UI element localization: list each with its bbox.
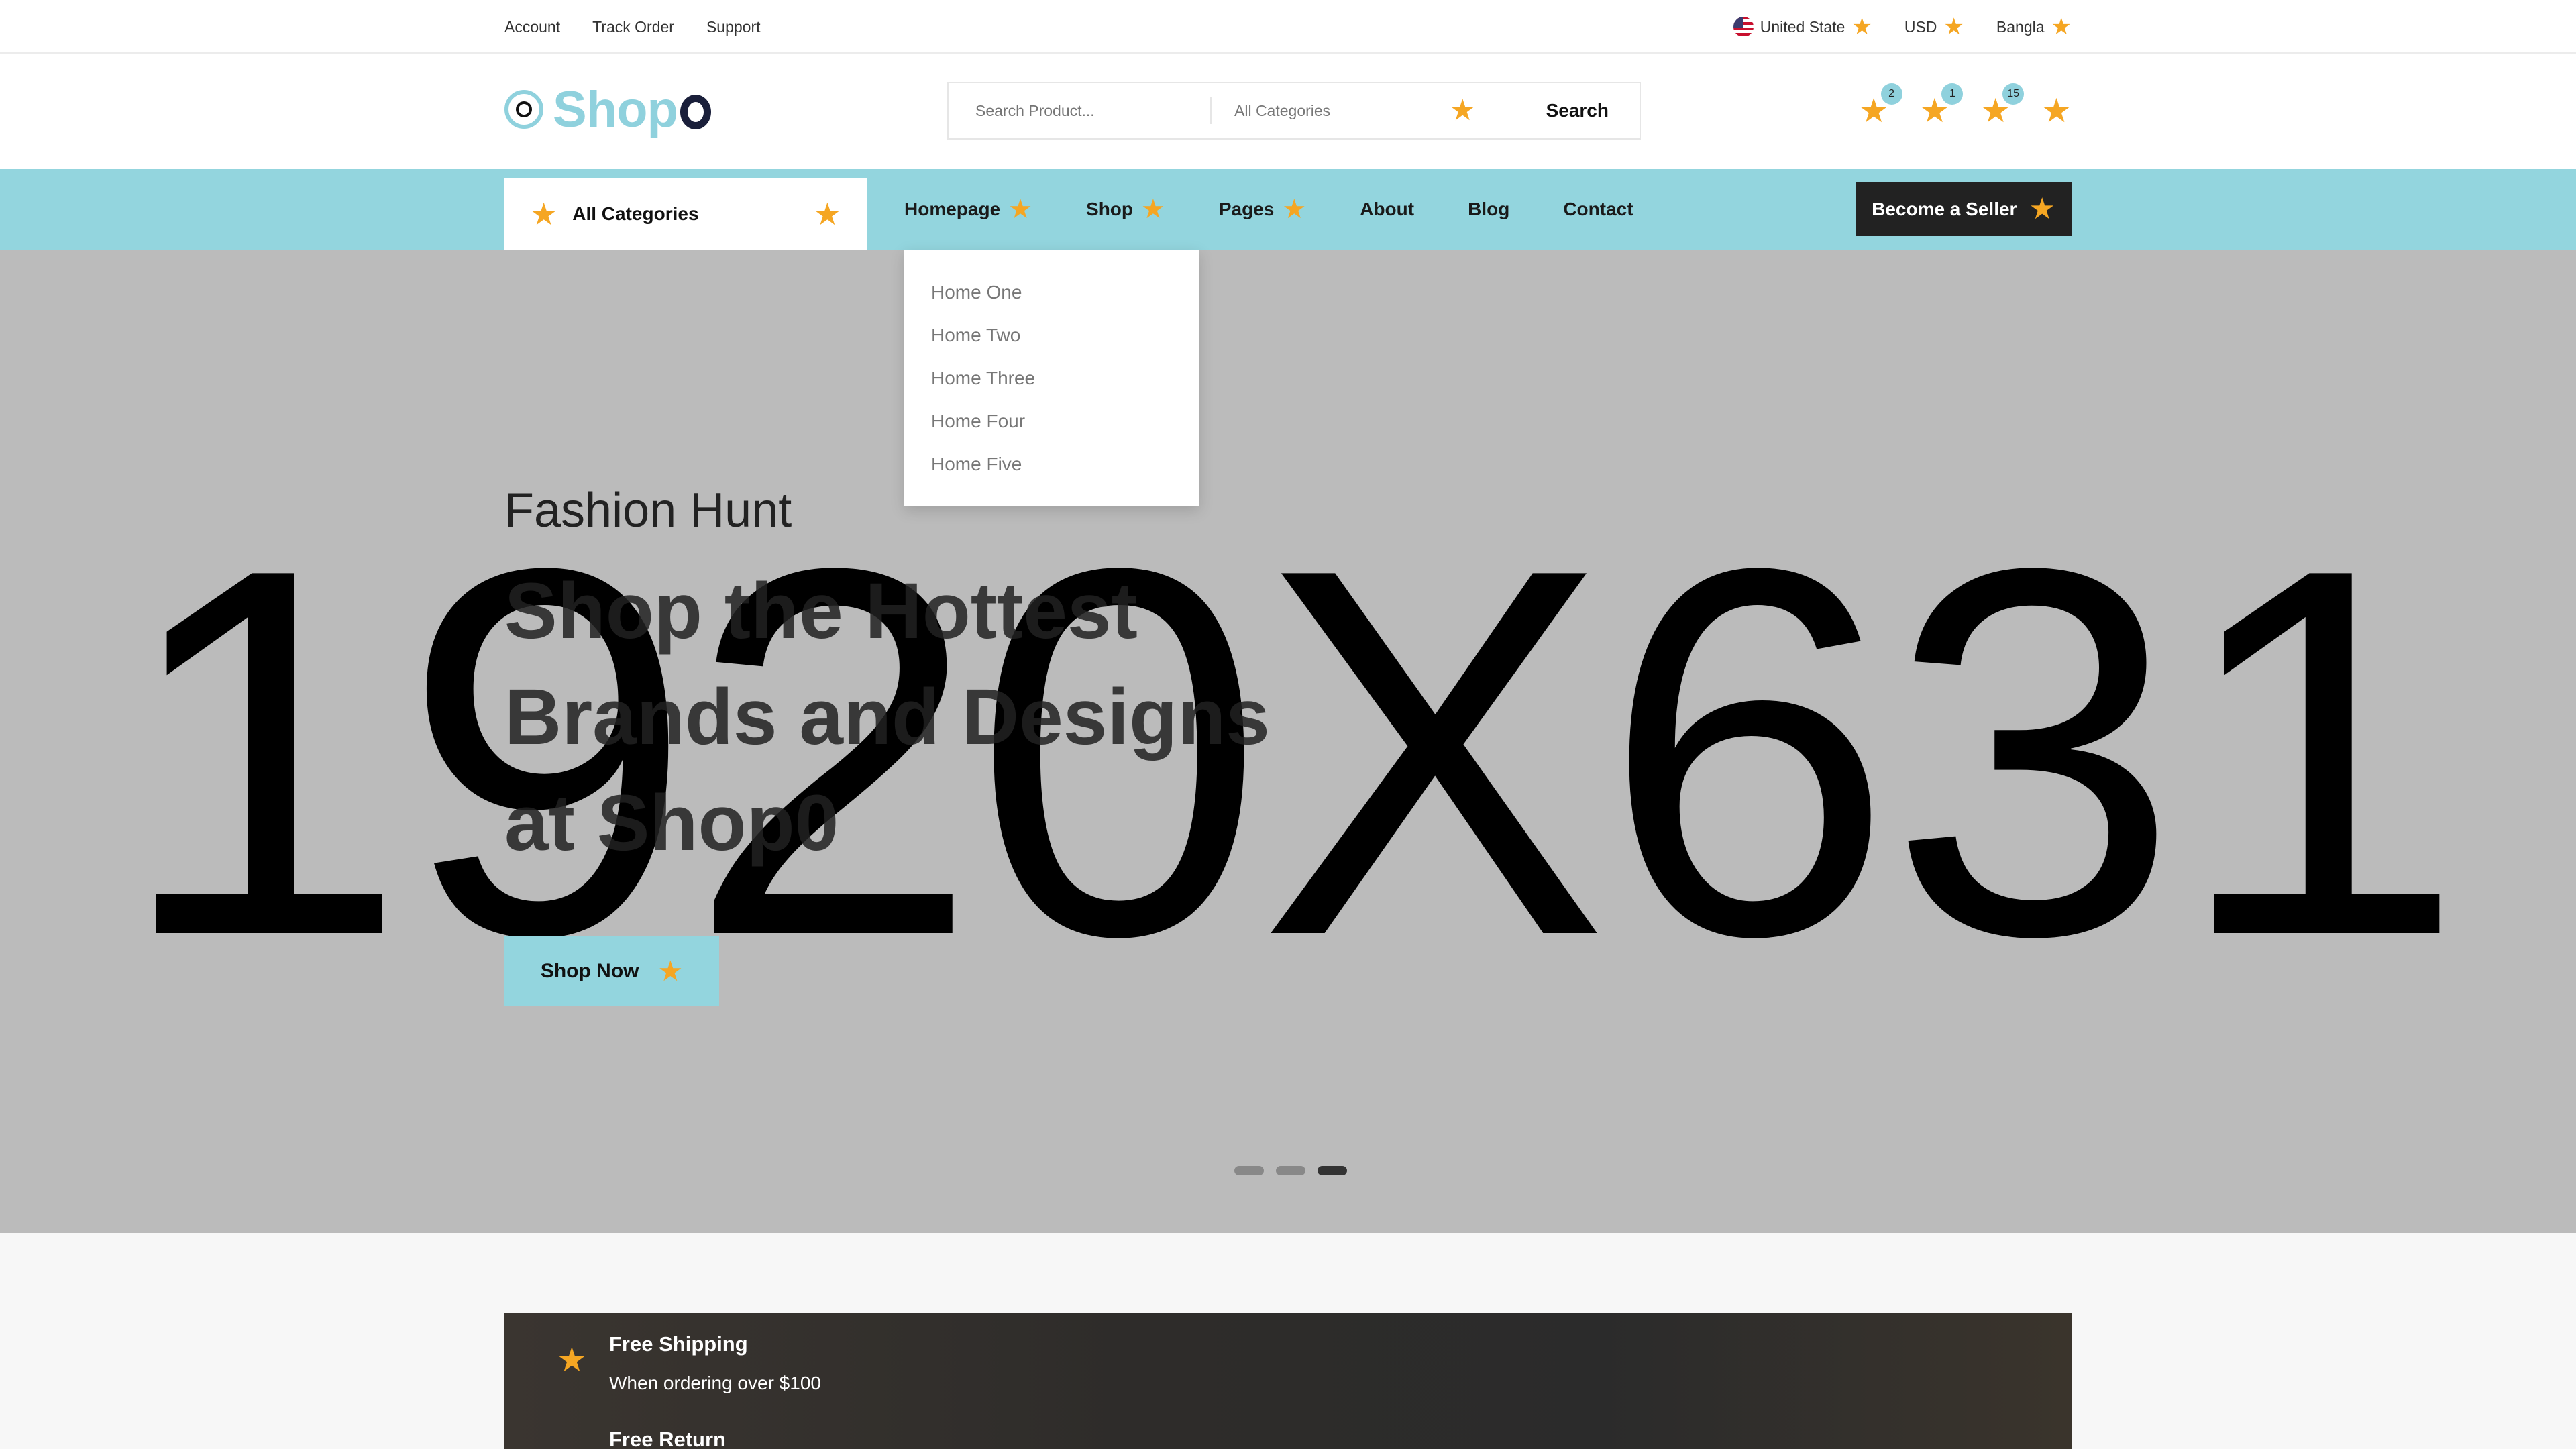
- dropdown-item-home-one[interactable]: Home One: [904, 279, 1199, 322]
- nav-item-homepage[interactable]: Homepage ★: [904, 196, 1032, 223]
- hero-headline-line: at Shop0: [504, 779, 839, 867]
- top-bar: Account Track Order Support United State…: [0, 0, 2576, 54]
- category-select-label: All Categories: [1234, 101, 1331, 119]
- feature-free-shipping: ★ Free Shipping When ordering over $100: [557, 1313, 821, 1394]
- country-label: United State: [1760, 17, 1845, 36]
- logo-text: Shop: [553, 80, 678, 138]
- currency-selector[interactable]: USD ★: [1904, 15, 1964, 38]
- menu-icon: ★: [530, 197, 558, 231]
- feature-title: Free Shipping: [609, 1332, 748, 1356]
- hero-banner: 1920X631 Fashion Hunt Shop the Hottest B…: [0, 250, 2576, 1233]
- nav-item-label: Blog: [1468, 199, 1510, 219]
- chevron-down-icon: ★: [1449, 94, 1476, 127]
- compare-badge: 2: [1880, 83, 1902, 105]
- dropdown-item-home-two[interactable]: Home Two: [904, 322, 1199, 365]
- nav-items: Homepage ★ Shop ★ Pages ★ About Blog Contac…: [904, 169, 1633, 250]
- currency-label: USD: [1904, 17, 1937, 36]
- feature-title: Free Return: [609, 1428, 726, 1449]
- cart-icon[interactable]: ★ 15: [1980, 83, 2025, 130]
- become-seller-button[interactable]: Become a Seller ★: [1856, 182, 2072, 236]
- top-links: Account Track Order Support: [504, 0, 761, 54]
- dropdown-item-home-five[interactable]: Home Five: [904, 451, 1199, 494]
- header-icons: ★ 2 ★ 1 ★ 15 ★: [1859, 83, 2072, 130]
- hero-headline-line: Shop the Hottest: [504, 567, 1138, 655]
- feature-free-return: ★ Free Return: [557, 1409, 726, 1449]
- search-input[interactable]: [949, 90, 1205, 131]
- hero-headline: Shop the Hottest Brands and Designs at S…: [504, 558, 1377, 876]
- nav-item-label: Pages: [1218, 199, 1275, 219]
- category-select[interactable]: All Categories ★: [1212, 96, 1476, 125]
- nav-item-label: About: [1360, 199, 1415, 219]
- chevron-down-icon: ★: [1141, 195, 1165, 224]
- services-section: ★ Free Shipping When ordering over $100 …: [0, 1233, 2576, 1449]
- search-bar: All Categories ★ Search: [947, 82, 1641, 140]
- logo-o-icon: [680, 95, 711, 129]
- account-link[interactable]: Account: [504, 18, 560, 36]
- arrow-right-icon: ★: [2029, 193, 2055, 225]
- nav-item-label: Homepage: [904, 199, 1001, 219]
- chevron-down-icon: ★: [1851, 14, 1872, 40]
- nav-item-label: Contact: [1563, 199, 1633, 219]
- cart-badge: 15: [2002, 83, 2025, 105]
- hero-headline-line: Brands and Designs: [504, 673, 1270, 761]
- logo[interactable]: Shop: [504, 80, 711, 138]
- dropdown-item-home-four[interactable]: Home Four: [904, 408, 1199, 451]
- nav-item-label: Shop: [1086, 199, 1134, 219]
- all-categories-label: All Categories: [572, 203, 699, 224]
- slider-dot[interactable]: [1276, 1166, 1305, 1175]
- search-button[interactable]: Search: [1546, 100, 1609, 121]
- top-selectors: United State ★ USD ★ Bangla ★: [1733, 0, 2072, 54]
- hero-subtitle: Fashion Hunt: [504, 484, 792, 537]
- compare-icon[interactable]: ★ 2: [1859, 83, 1902, 130]
- chevron-down-icon: ★: [1008, 195, 1033, 224]
- become-seller-label: Become a Seller: [1872, 199, 2017, 219]
- shipping-icon: ★: [557, 1341, 587, 1379]
- nav-item-blog[interactable]: Blog: [1468, 199, 1509, 220]
- nav-item-shop[interactable]: Shop ★: [1086, 196, 1165, 223]
- shop-now-button[interactable]: Shop Now ★: [504, 936, 719, 1006]
- chevron-down-icon: ★: [1943, 14, 1964, 40]
- nav-item-pages[interactable]: Pages ★: [1219, 196, 1306, 223]
- all-categories-button[interactable]: ★ All Categories ★: [504, 178, 867, 250]
- arrow-right-icon: ★: [657, 955, 684, 987]
- nav-item-about[interactable]: About: [1360, 199, 1414, 220]
- feature-desc: When ordering over $100: [609, 1373, 821, 1393]
- user-icon[interactable]: ★: [2041, 91, 2072, 130]
- wishlist-badge: 1: [1941, 83, 1964, 105]
- shop-now-label: Shop Now: [540, 960, 639, 982]
- features-banner: ★ Free Shipping When ordering over $100 …: [504, 1313, 2072, 1449]
- support-link[interactable]: Support: [706, 18, 761, 36]
- slider-dot-active[interactable]: [1318, 1166, 1347, 1175]
- logo-mark-icon: [504, 90, 543, 129]
- nav-item-contact[interactable]: Contact: [1563, 199, 1633, 220]
- country-selector[interactable]: United State ★: [1733, 15, 1872, 38]
- dropdown-item-home-three[interactable]: Home Three: [904, 365, 1199, 408]
- slider-dots: [1234, 1166, 1347, 1175]
- us-flag-icon: [1733, 17, 1754, 37]
- chevron-down-icon: ★: [2051, 14, 2072, 40]
- slider-dot[interactable]: [1234, 1166, 1264, 1175]
- track-order-link[interactable]: Track Order: [592, 18, 674, 36]
- main-header: Shop All Categories ★ Search ★2 ★1 ★15 ★: [0, 54, 2576, 169]
- language-selector[interactable]: Bangla ★: [1996, 15, 2072, 38]
- language-label: Bangla: [1996, 17, 2045, 36]
- main-nav: ★ All Categories ★ Homepage ★ Shop ★ Pages…: [0, 169, 2576, 250]
- wishlist-icon[interactable]: ★ 1: [1920, 83, 1964, 130]
- chevron-down-icon: ★: [813, 197, 841, 231]
- homepage-dropdown: Home One Home Two Home Three Home Four H…: [904, 250, 1199, 506]
- chevron-down-icon: ★: [1282, 195, 1307, 224]
